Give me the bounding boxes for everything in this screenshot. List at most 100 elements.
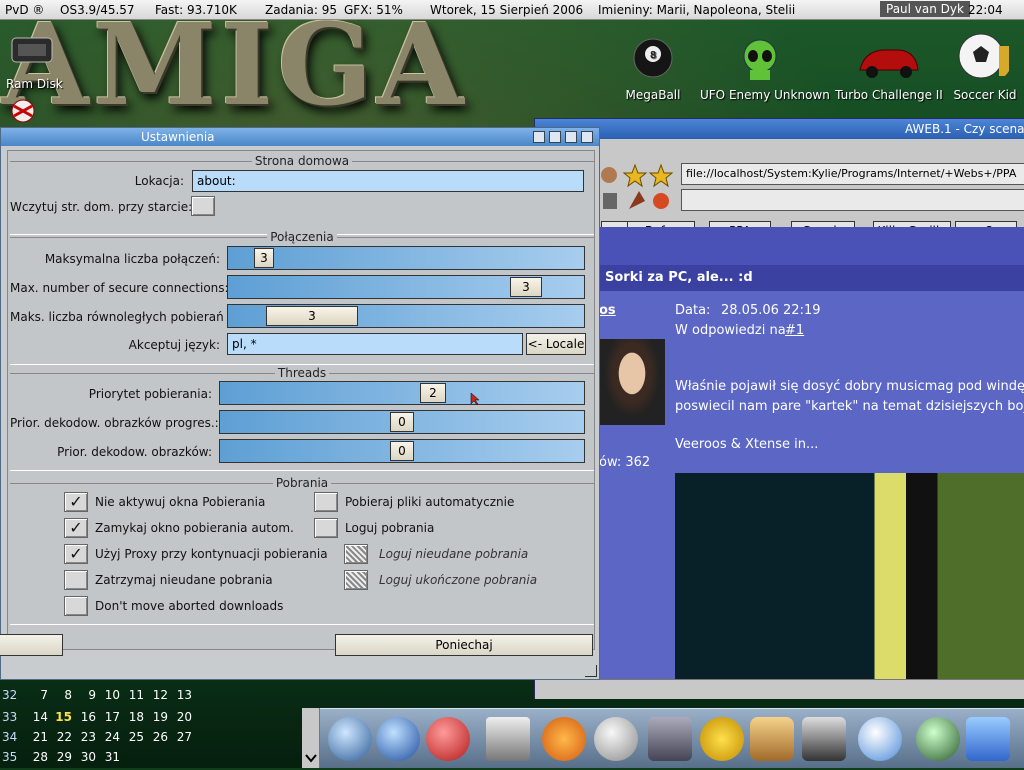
- max-connections-knob[interactable]: 3: [254, 248, 274, 268]
- calendar-day[interactable]: 11: [122, 688, 144, 702]
- depth-gadget-icon[interactable]: [565, 131, 577, 143]
- calendar-day[interactable]: 17: [98, 710, 120, 724]
- browser-title-bar[interactable]: AWEB.1 - Czy scena je: [535, 119, 1024, 139]
- cancel-button[interactable]: Poniechaj: [335, 634, 593, 656]
- status-field: [681, 189, 1024, 211]
- load-at-start-checkbox[interactable]: [191, 196, 215, 216]
- ufo-label: UFO Enemy Unknown: [700, 88, 830, 102]
- group-home-title: Strona domowa: [10, 154, 594, 168]
- max-connections-slider[interactable]: 3: [227, 246, 585, 270]
- turbo-challenge-label: Turbo Challenge II: [835, 88, 943, 102]
- ufo-icon[interactable]: UFO Enemy Unknown: [700, 36, 830, 102]
- calendar-day[interactable]: 10: [98, 688, 120, 702]
- post-body-line3: Veeroos & Xtense in...: [675, 437, 819, 452]
- calendar-day[interactable]: 23: [74, 730, 96, 744]
- calendar-day[interactable]: 14: [26, 710, 48, 724]
- calendar-day[interactable]: 9: [74, 688, 96, 702]
- calendar-day[interactable]: 25: [122, 730, 144, 744]
- calendar-row: 35 28 29 30 31: [0, 750, 300, 770]
- calendar-day[interactable]: 18: [122, 710, 144, 724]
- menubar-item-pvd[interactable]: PvD ®: [5, 3, 44, 17]
- calendar-day[interactable]: 26: [146, 730, 168, 744]
- dont-move-aborted-label: Don't move aborted downloads: [95, 599, 284, 613]
- dock-pencil-icon[interactable]: [328, 717, 372, 761]
- group-connections-title: Połączenia: [10, 230, 594, 244]
- calendar-day[interactable]: 28: [26, 750, 48, 764]
- zoom-gadget-icon[interactable]: [549, 131, 561, 143]
- post-count: ów: 362: [599, 455, 651, 470]
- calendar-day[interactable]: 12: [146, 688, 168, 702]
- dock-computer-icon[interactable]: [648, 717, 692, 761]
- max-secure-knob[interactable]: 3: [510, 277, 542, 297]
- browser-window[interactable]: AWEB.1 - Czy scena je file://localhost/S…: [534, 118, 1024, 699]
- reply-link[interactable]: #1: [785, 323, 804, 338]
- calendar-day[interactable]: 8: [50, 688, 72, 702]
- iconify-gadget-icon[interactable]: [533, 131, 545, 143]
- dock-globe-icon[interactable]: [376, 717, 420, 761]
- decode-slider[interactable]: 0: [219, 439, 585, 463]
- proxy-resume-checkbox[interactable]: ✓: [64, 544, 88, 564]
- ram-disk-icon[interactable]: Ram Disk: [6, 32, 66, 91]
- dock-disc-icon[interactable]: [594, 717, 638, 761]
- dock-chat-icon[interactable]: [858, 717, 902, 761]
- calendar-day[interactable]: 22: [50, 730, 72, 744]
- depth-back-gadget-icon[interactable]: [581, 131, 593, 143]
- calendar-day[interactable]: 16: [74, 710, 96, 724]
- dock-picture-icon[interactable]: [486, 717, 530, 761]
- dock-music-icon[interactable]: [916, 717, 960, 761]
- dock-scroll-handle[interactable]: [302, 708, 320, 768]
- resize-gadget-icon[interactable]: [585, 665, 597, 677]
- progressive-decode-knob[interactable]: 0: [390, 412, 414, 432]
- settings-title-bar[interactable]: Ustawnienia: [1, 128, 599, 146]
- progressive-decode-slider[interactable]: 0: [219, 410, 585, 434]
- calendar-day[interactable]: 13: [170, 688, 192, 702]
- download-priority-knob[interactable]: 2: [420, 383, 446, 403]
- dock-radiation-icon[interactable]: [700, 717, 744, 761]
- calendar-day[interactable]: 20: [170, 710, 192, 724]
- stop-failed-checkbox[interactable]: [64, 570, 88, 590]
- url-input[interactable]: file://localhost/System:Kylie/Programs/I…: [681, 163, 1024, 185]
- max-parallel-knob[interactable]: 3: [266, 306, 358, 326]
- dock-gear-icon[interactable]: [542, 717, 586, 761]
- turbo-challenge-icon[interactable]: Turbo Challenge II: [834, 36, 944, 102]
- location-input[interactable]: about:: [192, 170, 584, 192]
- settings-window[interactable]: Ustawnienia Strona domowa Lokacja: about…: [0, 127, 600, 680]
- calendar-day[interactable]: 24: [98, 730, 120, 744]
- max-parallel-slider[interactable]: 3: [227, 304, 585, 328]
- group-threads: Threads Priorytet pobierania: 2 Prior. d…: [10, 366, 594, 471]
- auto-close-downloads-checkbox[interactable]: ✓: [64, 518, 88, 538]
- amiga-logo: AMIGA: [2, 0, 468, 131]
- author-link[interactable]: os: [599, 303, 616, 318]
- toolbar-icons[interactable]: [599, 161, 679, 213]
- max-secure-slider[interactable]: 3: [227, 275, 585, 299]
- calendar-day[interactable]: 7: [26, 688, 48, 702]
- decode-knob[interactable]: 0: [390, 441, 414, 461]
- calendar-day[interactable]: 21: [26, 730, 48, 744]
- calendar-day[interactable]: 27: [170, 730, 192, 744]
- dont-move-aborted-checkbox[interactable]: [64, 596, 88, 616]
- calendar-day[interactable]: 29: [50, 750, 72, 764]
- dock-tool-icon[interactable]: [802, 717, 846, 761]
- calendar-today[interactable]: 15: [50, 710, 72, 724]
- dock-brush-icon[interactable]: [750, 717, 794, 761]
- auto-download-checkbox[interactable]: [314, 492, 338, 512]
- week-number: 32: [2, 688, 18, 702]
- log-failed-label: Loguj nieudane pobrania: [379, 547, 529, 561]
- dock-editor-icon[interactable]: [966, 717, 1010, 761]
- download-priority-slider[interactable]: 2: [219, 381, 585, 405]
- calendar-day[interactable]: 30: [74, 750, 96, 764]
- log-downloads-checkbox[interactable]: [314, 518, 338, 538]
- calendar-day[interactable]: 31: [98, 750, 120, 764]
- save-button[interactable]: [0, 634, 63, 656]
- no-activate-downloads-checkbox[interactable]: ✓: [64, 492, 88, 512]
- soccer-ball-icon: [958, 33, 1009, 79]
- chip-icon: [11, 37, 53, 63]
- dock-spider-icon[interactable]: [426, 717, 470, 761]
- soccer-kid-icon[interactable]: Soccer Kid: [952, 30, 1018, 102]
- accept-language-input[interactable]: pl, *: [227, 333, 523, 355]
- locale-button[interactable]: <- Locale: [526, 333, 586, 355]
- race-car-icon: [859, 49, 919, 78]
- megaball-icon[interactable]: 8 MegaBall: [624, 36, 682, 102]
- boing-ball-icon[interactable]: [10, 98, 36, 124]
- calendar-day[interactable]: 19: [146, 710, 168, 724]
